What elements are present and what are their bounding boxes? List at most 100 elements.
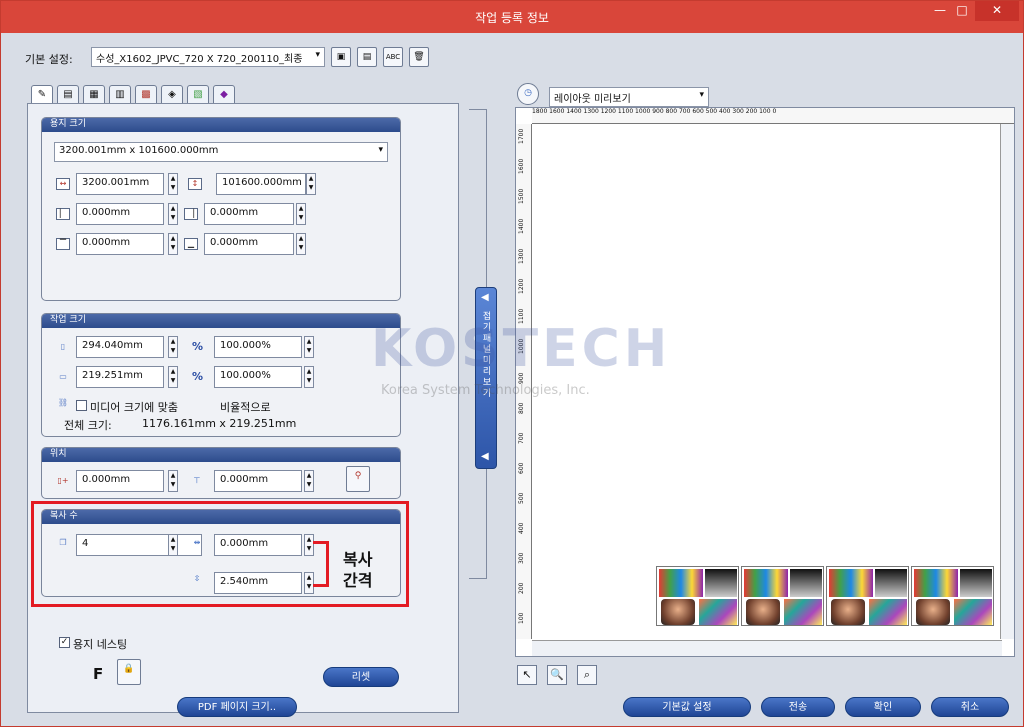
- ruler-left-tick: 200: [518, 582, 525, 594]
- job-properties-window: 작업 등록 정보 — □ ✕ 기본 설정: 수성_X1602_JPVC_720 …: [0, 0, 1024, 727]
- preset-value: 수성_X1602_JPVC_720 X 720_200110_최종: [96, 54, 303, 65]
- percent-icon: %: [192, 340, 204, 353]
- position-y-stepper[interactable]: ▲ ▼: [304, 470, 314, 492]
- chevron-down-icon: ▾: [699, 90, 704, 100]
- media-size-select[interactable]: 3200.001mm x 101600.000mm ▾: [54, 142, 388, 162]
- link-proportion-icon[interactable]: ⛓: [56, 398, 70, 410]
- zoom-tool-icon[interactable]: 🔍: [547, 665, 567, 685]
- ok-button[interactable]: 확인: [845, 697, 921, 717]
- collapse-left-arrow-icon: ◀: [481, 292, 489, 303]
- nesting-lock-button[interactable]: 🔒: [117, 659, 141, 685]
- margin-top-stepper[interactable]: ▲ ▼: [168, 233, 178, 255]
- total-size-label: 전체 크기:: [64, 419, 112, 432]
- tab-3[interactable]: ▦: [83, 85, 105, 105]
- ruler-left-tick: 300: [518, 552, 525, 564]
- copy-thumbnail-3[interactable]: [826, 566, 909, 626]
- cancel-button[interactable]: 취소: [931, 697, 1009, 717]
- job-height-stepper[interactable]: ▲ ▼: [168, 336, 178, 358]
- ruler-left-tick: 800: [518, 402, 525, 414]
- media-height-field[interactable]: 101600.000mm: [216, 173, 306, 195]
- tab-2[interactable]: ▤: [57, 85, 79, 105]
- margin-right-stepper[interactable]: ▲ ▼: [296, 203, 306, 225]
- tab-8[interactable]: ◆: [213, 85, 235, 105]
- position-pin-button[interactable]: ⚲: [346, 466, 370, 492]
- layout-preview[interactable]: 1800 1600 1400 1300 1200 1100 1000 900 8…: [515, 107, 1015, 657]
- margin-left-field[interactable]: 0.000mm: [76, 203, 164, 225]
- thumbnail-photo: [661, 599, 695, 625]
- preview-mode-select[interactable]: 레이아웃 미리보기 ▾: [549, 87, 709, 107]
- position-y-field[interactable]: 0.000mm: [214, 470, 302, 492]
- margin-left-stepper[interactable]: ▲ ▼: [168, 203, 178, 225]
- tab-6[interactable]: ◈: [161, 85, 183, 105]
- thumbnail-mix: [869, 599, 907, 625]
- save-icon[interactable]: ▣: [331, 47, 351, 67]
- pdf-page-size-button[interactable]: PDF 페이지 크기..: [177, 697, 297, 717]
- media-width-stepper[interactable]: ▲ ▼: [168, 173, 178, 195]
- copy-thumbnail-1[interactable]: [656, 566, 739, 626]
- collapse-left-arrow-icon-bottom: ◀: [481, 451, 489, 462]
- job-height-field[interactable]: 294.040mm: [76, 336, 164, 358]
- margin-right-field[interactable]: 0.000mm: [204, 203, 294, 225]
- preview-mode-value: 레이아웃 미리보기: [554, 94, 631, 105]
- job-size-header: 작업 크기: [42, 314, 400, 328]
- margin-top-field[interactable]: 0.000mm: [76, 233, 164, 255]
- ruler-left-tick: 1400: [518, 218, 525, 234]
- preview-vertical-scrollbar[interactable]: [1000, 124, 1014, 639]
- thumbnail-mix: [954, 599, 992, 625]
- media-height-stepper[interactable]: ▲ ▼: [306, 173, 316, 195]
- position-x-icon: ▯+: [57, 476, 69, 485]
- copy-thumbnail-2[interactable]: [741, 566, 824, 626]
- position-x-stepper[interactable]: ▲ ▼: [168, 470, 178, 492]
- thumbnail-photo: [746, 599, 780, 625]
- position-group: 위치 ▯+ 0.000mm ▲ ▼ ⊤ 0.000mm ▲ ▼ ⚲: [41, 447, 401, 499]
- tab-4[interactable]: ▥: [109, 85, 131, 105]
- ruler-left-tick: 1200: [518, 278, 525, 294]
- minimize-button[interactable]: —: [929, 1, 951, 21]
- job-width-stepper[interactable]: ▲ ▼: [168, 366, 178, 388]
- margin-bottom-field[interactable]: 0.000mm: [204, 233, 294, 255]
- maximize-button[interactable]: □: [951, 1, 973, 21]
- job-height-percent-stepper[interactable]: ▲ ▼: [304, 336, 314, 358]
- kostech-watermark-subtitle: Korea System Technologies, Inc.: [381, 383, 590, 398]
- fit-tool-icon[interactable]: ⌕: [577, 665, 597, 685]
- copy-thumbnail-4[interactable]: [911, 566, 994, 626]
- percent-icon: %: [192, 370, 204, 383]
- thumbnail-gray: [705, 569, 737, 597]
- tab-7[interactable]: ▧: [187, 85, 209, 105]
- tab-5[interactable]: ▩: [135, 85, 157, 105]
- delete-icon[interactable]: 🗑: [409, 47, 429, 67]
- job-width-field[interactable]: 219.251mm: [76, 366, 164, 388]
- ruler-left-tick: 500: [518, 492, 525, 504]
- ruler-left: 100 200 300 400 500 600 700 800 900 1000…: [516, 124, 532, 639]
- ruler-left-tick: 1500: [518, 188, 525, 204]
- thumbnail-photo: [916, 599, 950, 625]
- thumbnail-photo: [831, 599, 865, 625]
- preset-select[interactable]: 수성_X1602_JPVC_720 X 720_200110_최종 ▾: [91, 47, 325, 67]
- job-width-percent-stepper[interactable]: ▲ ▼: [304, 366, 314, 388]
- reset-button[interactable]: 리셋: [323, 667, 399, 687]
- thumbnail-swatch: [914, 569, 958, 597]
- send-button[interactable]: 전송: [761, 697, 835, 717]
- margin-bottom-icon: ▁: [184, 238, 198, 250]
- pointer-tool-icon[interactable]: ↖: [517, 665, 537, 685]
- clock-icon[interactable]: ◷: [517, 83, 539, 105]
- media-nesting-checkbox[interactable]: ✓: [59, 637, 70, 648]
- close-button[interactable]: ✕: [975, 1, 1019, 21]
- job-size-group: 작업 크기 ▯ 294.040mm ▲ ▼ % 100.000% ▲ ▼ ▭ 219…: [41, 313, 401, 437]
- media-width-field[interactable]: 3200.001mm: [76, 173, 164, 195]
- window-title: 작업 등록 정보: [475, 11, 549, 25]
- job-width-percent-field[interactable]: 100.000%: [214, 366, 302, 388]
- margin-bottom-stepper[interactable]: ▲ ▼: [296, 233, 306, 255]
- fit-media-checkbox[interactable]: [76, 400, 87, 411]
- margin-left-icon: ▏: [56, 208, 70, 220]
- proportional-label: 비율적으로: [220, 401, 271, 414]
- position-x-field[interactable]: 0.000mm: [76, 470, 164, 492]
- save-as-icon[interactable]: ▤: [357, 47, 377, 67]
- save-default-button[interactable]: 기본값 설정: [623, 697, 751, 717]
- rename-icon[interactable]: ABC: [383, 47, 403, 67]
- job-height-percent-field[interactable]: 100.000%: [214, 336, 302, 358]
- media-size-header: 용지 크기: [42, 118, 400, 132]
- preview-horizontal-scrollbar[interactable]: [532, 640, 1002, 656]
- ruler-left-tick: 700: [518, 432, 525, 444]
- margin-top-icon: ▔: [56, 238, 70, 250]
